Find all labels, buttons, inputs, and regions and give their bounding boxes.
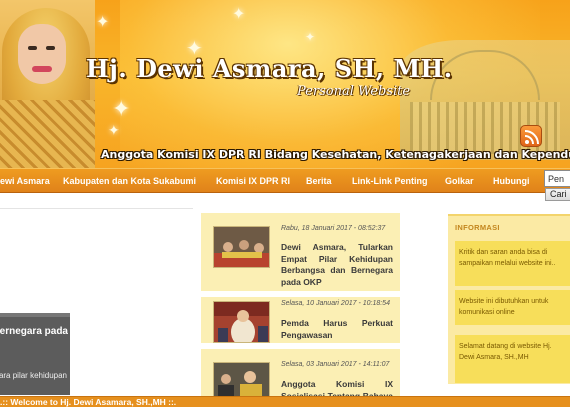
slider-title[interactable]: Empat Pilar Bernegara pada — [0, 325, 68, 338]
nav-item-berita[interactable]: Berita — [306, 169, 332, 193]
nav-item-kabupaten[interactable]: Kabupaten dan Kota Sukabumi — [63, 169, 196, 193]
welcome-marquee: .:: Welcome to Hj. Dewi Asamara, SH.,MH … — [0, 396, 570, 407]
slider-body: ewi Asmara pilar kehidupan — [0, 371, 67, 380]
news-date: Selasa, 03 Januari 2017 - 14:11:07 — [281, 361, 390, 368]
info-heading-text: Informasi — [455, 223, 500, 232]
rss-icon[interactable] — [520, 125, 542, 147]
news-date: Selasa, 10 Januari 2017 - 10:18:54 — [281, 300, 390, 307]
portrait-body — [0, 100, 95, 168]
news-list: Rabu, 18 Januari 2017 - 08:52:37 Dewi As… — [201, 213, 400, 407]
portrait-lips — [32, 66, 52, 72]
marquee-text: .:: Welcome to Hj. Dewi Asamara, SH.,MH … — [0, 397, 177, 407]
sparkle-icon: ✦ — [305, 30, 316, 44]
nav-item-komisi[interactable]: Komisi IX DPR RI — [216, 169, 290, 193]
news-headline[interactable]: Pemda Harus Perkuat Pengawasan — [281, 318, 393, 341]
info-card: Selamat datang di website Hj. Dewi Asmar… — [455, 335, 570, 383]
info-heading: Informasi — [455, 223, 500, 232]
info-card-text[interactable]: Kritik dan saran anda bisa di sampaikan … — [459, 247, 566, 269]
search-button[interactable]: Cari — [545, 188, 570, 201]
site-title: Hj. Dewi Asmara, SH, MH. — [86, 54, 453, 83]
search-input[interactable] — [544, 170, 570, 187]
featured-slider[interactable]: Empat Pilar Bernegara pada ewi Asmara pi… — [0, 313, 70, 395]
sparkle-icon: ✦ — [108, 122, 120, 138]
main-nav: ewi Asmara Kabupaten dan Kota Sukabumi K… — [0, 168, 570, 193]
nav-item-hubungi[interactable]: Hubungi — [493, 169, 530, 193]
sparkle-icon: ✦ — [232, 6, 246, 23]
info-card-text[interactable]: Website ini dibutuhkan untuk komunikasi … — [459, 296, 566, 318]
info-card: Kritik dan saran anda bisa di sampaikan … — [455, 241, 570, 286]
sparkle-icon: ✦ — [96, 14, 110, 31]
nav-item-golkar[interactable]: Golkar — [445, 169, 474, 193]
list-item[interactable]: Selasa, 10 Januari 2017 - 10:18:54 Pemda… — [201, 297, 400, 343]
portrait-image — [0, 0, 95, 168]
portrait-eye-left — [28, 46, 37, 50]
news-date: Rabu, 18 Januari 2017 - 08:52:37 — [281, 225, 386, 232]
news-thumbnail[interactable] — [213, 226, 270, 268]
sparkle-icon: ✦ — [112, 96, 131, 121]
nav-item-profile[interactable]: ewi Asmara — [0, 169, 50, 193]
site-tagline: Anggota Komisi IX DPR RI Bidang Kesehata… — [101, 148, 570, 161]
site-subtitle: Personal Website — [297, 84, 411, 99]
portrait-eye-right — [46, 46, 55, 50]
info-card-text[interactable]: Selamat datang di website Hj. Dewi Asmar… — [459, 341, 566, 363]
slider-top-strip — [0, 313, 70, 317]
news-headline[interactable]: Dewi Asmara, Tularkan Empat Pilar Kehidu… — [281, 242, 393, 288]
info-panel: Informasi Kritik dan saran anda bisa di … — [448, 214, 570, 384]
news-thumbnail[interactable] — [213, 301, 270, 343]
divider — [0, 208, 193, 209]
list-item[interactable]: Rabu, 18 Januari 2017 - 08:52:37 Dewi As… — [201, 213, 400, 291]
nav-item-links[interactable]: Link-Link Penting — [352, 169, 428, 193]
header-banner: ✦ ✦ ✦ ✦ ✦ ✦ Hj. Dewi Asmara, SH, MH. Per… — [0, 0, 570, 168]
portrait-face — [18, 24, 66, 84]
info-card: Website ini dibutuhkan untuk komunikasi … — [455, 290, 570, 325]
